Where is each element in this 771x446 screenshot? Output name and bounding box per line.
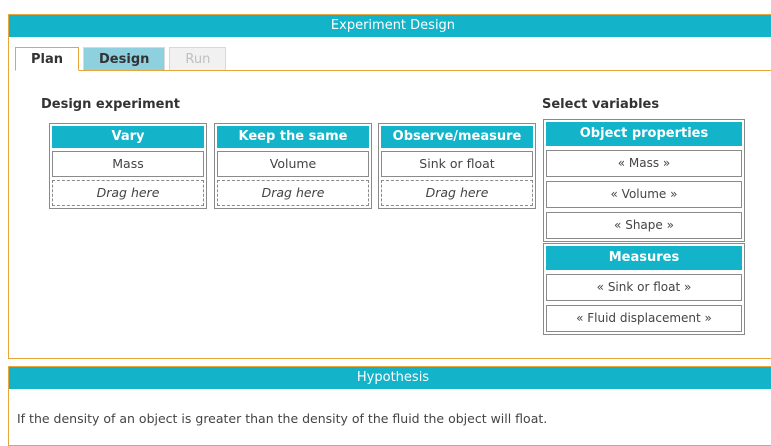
vary-column: Vary Mass Drag here [49, 123, 207, 209]
hypothesis-header: Hypothesis [9, 367, 771, 389]
hypothesis-panel: Hypothesis If the density of an object i… [8, 366, 771, 446]
observe-value-sink-or-float[interactable]: Sink or float [381, 151, 533, 177]
variable-shape[interactable]: « Shape » [546, 212, 742, 239]
variable-mass[interactable]: « Mass » [546, 150, 742, 177]
measures-box: Measures « Sink or float » « Fluid displ… [543, 243, 745, 335]
tab-design[interactable]: Design [83, 47, 166, 71]
observe-measure-column-header: Observe/measure [381, 126, 533, 148]
variable-sink-or-float[interactable]: « Sink or float » [546, 274, 742, 301]
keep-same-value-volume[interactable]: Volume [217, 151, 369, 177]
select-variables-title: Select variables [542, 97, 660, 112]
vary-column-header: Vary [52, 126, 204, 148]
vary-value-mass[interactable]: Mass [52, 151, 204, 177]
variable-fluid-displacement[interactable]: « Fluid displacement » [546, 305, 742, 332]
variable-volume[interactable]: « Volume » [546, 181, 742, 208]
object-properties-header: Object properties [546, 122, 742, 146]
keep-same-column-header: Keep the same [217, 126, 369, 148]
keep-same-drop-zone[interactable]: Drag here [217, 180, 369, 206]
observe-drop-zone[interactable]: Drag here [381, 180, 533, 206]
design-experiment-title: Design experiment [41, 97, 180, 112]
observe-measure-column: Observe/measure Sink or float Drag here [378, 123, 536, 209]
experiment-design-panel: Experiment Design Plan Design Run Design… [8, 14, 771, 359]
tab-bar: Plan Design Run [15, 47, 227, 71]
object-properties-box: Object properties « Mass » « Volume » « … [543, 119, 745, 242]
keep-same-column: Keep the same Volume Drag here [214, 123, 372, 209]
hypothesis-text: If the density of an object is greater t… [17, 411, 548, 426]
measures-header: Measures [546, 246, 742, 270]
experiment-design-header: Experiment Design [9, 15, 771, 37]
tab-plan[interactable]: Plan [15, 47, 80, 71]
vary-drop-zone[interactable]: Drag here [52, 180, 204, 206]
tab-run: Run [169, 47, 227, 71]
tab-divider [15, 70, 771, 71]
